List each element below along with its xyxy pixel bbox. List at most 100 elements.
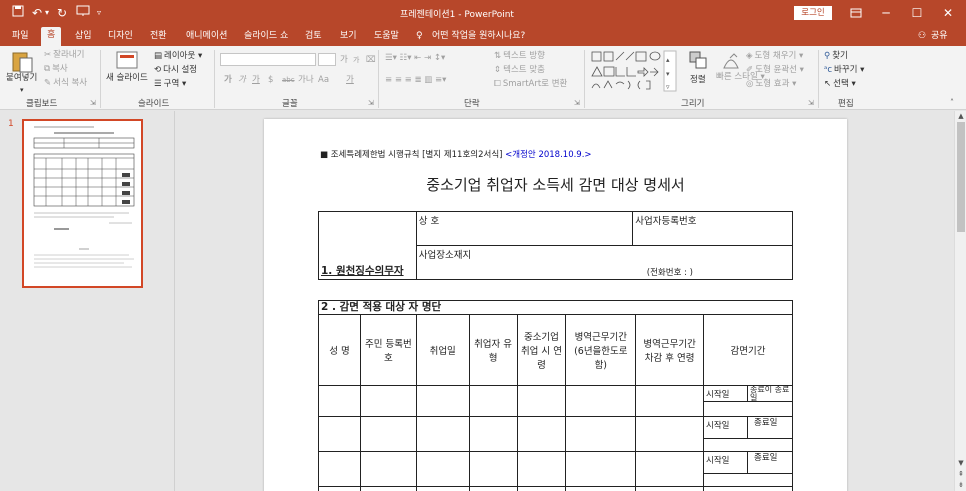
cell[interactable] xyxy=(415,486,470,491)
tell-me-box[interactable]: 어떤 작업을 원하시나요? xyxy=(432,29,525,43)
font-size-dropdown[interactable] xyxy=(318,53,336,66)
tab-transitions[interactable]: 전환 xyxy=(150,29,167,43)
format-painter-button[interactable]: ✎ 서식 복사 xyxy=(44,77,87,89)
find-button[interactable]: ⚲ 찾기 xyxy=(824,50,848,62)
trade-name-cell[interactable]: 상 호 xyxy=(415,211,634,246)
shadow-button[interactable]: $ xyxy=(268,74,273,86)
clear-format-icon[interactable]: ⌧ xyxy=(366,54,376,66)
cell[interactable] xyxy=(565,416,637,452)
cell[interactable] xyxy=(468,416,518,452)
arrange-icon[interactable] xyxy=(688,50,710,75)
align-text-button[interactable]: ⇕ 텍스트 맞춤 xyxy=(494,64,545,76)
biz-reg-no-cell[interactable]: 사업자등록번호 xyxy=(632,211,793,246)
paste-dropdown-icon[interactable]: ▾ xyxy=(20,84,24,96)
paste-button[interactable]: 붙여넣기 xyxy=(6,72,37,84)
slide-thumbnail-1[interactable] xyxy=(22,119,143,288)
tab-insert[interactable]: 삽입 xyxy=(75,29,92,43)
char-spacing-button[interactable]: 가나 xyxy=(298,74,314,86)
layout-button[interactable]: ▤ 레이아웃 ▾ xyxy=(154,50,202,62)
cell[interactable] xyxy=(318,451,361,487)
shape-effects-button[interactable]: ◎ 도형 효과 ▾ xyxy=(746,78,796,90)
font-shrink-button[interactable]: 가 xyxy=(353,54,359,66)
font-size-select[interactable] xyxy=(318,53,336,66)
cell[interactable] xyxy=(359,451,417,487)
shape-fill-button[interactable]: ◈ 도형 채우기 ▾ xyxy=(746,50,803,62)
smartart-button[interactable]: ⧠ SmartArt로 변환 xyxy=(494,78,567,90)
slide[interactable]: ■ 조세특례제한법 시행규칙 [별지 제11호의2서식] <개정안 2018.1… xyxy=(264,119,847,491)
cell[interactable] xyxy=(565,486,637,491)
cell[interactable] xyxy=(359,385,417,417)
shape-outline-button[interactable]: ✐ 도형 윤곽선 ▾ xyxy=(746,64,804,76)
login-button[interactable]: 로그인 xyxy=(794,6,832,20)
copy-button[interactable]: ⧉ 복사 xyxy=(44,63,68,75)
tab-help[interactable]: 도움말 xyxy=(374,29,399,43)
font-grow-button[interactable]: 가 xyxy=(340,54,348,66)
cell[interactable] xyxy=(635,416,705,452)
maximize-icon[interactable]: ☐ xyxy=(901,0,933,26)
tab-file[interactable]: 파일 xyxy=(12,29,29,43)
font-family-select[interactable] xyxy=(220,53,316,66)
cell[interactable] xyxy=(318,416,361,452)
bullets-icon[interactable]: ☰▾ ☷▾ ⇤ ⇥ ↕▾ xyxy=(385,52,445,64)
cell[interactable] xyxy=(415,385,470,417)
cell[interactable] xyxy=(516,451,567,487)
scroll-thumb[interactable] xyxy=(957,122,965,232)
cell[interactable] xyxy=(359,486,417,491)
previous-slide-icon[interactable]: ⇞ xyxy=(955,469,966,479)
section-button[interactable]: ☰ 구역 ▾ xyxy=(154,78,186,90)
undo-dropdown-icon[interactable]: ▾ xyxy=(45,5,49,21)
cell[interactable] xyxy=(516,416,567,452)
undo-icon[interactable]: ↶ xyxy=(32,5,42,21)
select-button[interactable]: ↖ 선택 ▾ xyxy=(824,78,856,90)
drawing-launcher-icon[interactable]: ⇲ xyxy=(808,97,814,109)
tab-slideshow[interactable]: 슬라이드 쇼 xyxy=(244,29,288,43)
cell[interactable] xyxy=(468,385,518,417)
cell[interactable] xyxy=(415,416,470,452)
scroll-down-icon[interactable]: ▼ xyxy=(955,458,966,468)
clipboard-launcher-icon[interactable]: ⇲ xyxy=(90,97,96,109)
start-slideshow-icon[interactable] xyxy=(76,5,90,21)
tab-review[interactable]: 검토 xyxy=(305,29,322,43)
scroll-up-icon[interactable]: ▲ xyxy=(955,111,966,121)
cell[interactable] xyxy=(565,451,637,487)
font-family-dropdown[interactable] xyxy=(220,53,316,66)
minimize-icon[interactable]: ─ xyxy=(870,0,902,26)
close-icon[interactable]: ✕ xyxy=(932,0,964,26)
font-launcher-icon[interactable]: ⇲ xyxy=(368,97,374,109)
share-icon[interactable]: ⚇ xyxy=(918,29,926,43)
vertical-scrollbar[interactable]: ▲ ▼ ⇞ ⇟ xyxy=(954,111,966,491)
collapse-ribbon-icon[interactable]: ˄ xyxy=(950,97,954,109)
address-cell[interactable]: 사업장소재지 xyxy=(415,245,633,280)
cell[interactable] xyxy=(468,451,518,487)
customize-icon[interactable]: ▿ xyxy=(97,5,101,21)
cell[interactable] xyxy=(415,451,470,487)
cell[interactable] xyxy=(516,385,567,417)
change-case-button[interactable]: Aa xyxy=(318,74,329,86)
cell[interactable] xyxy=(468,486,518,491)
tab-animations[interactable]: 애니메이션 xyxy=(186,29,227,43)
cell[interactable] xyxy=(635,385,705,417)
paragraph-launcher-icon[interactable]: ⇲ xyxy=(574,97,580,109)
phone-cell[interactable]: (전화번호 : ) xyxy=(632,245,793,280)
cell[interactable] xyxy=(318,385,361,417)
bold-button[interactable]: 가 xyxy=(224,74,232,86)
shapes-gallery[interactable]: ▴ ▾ ▿ xyxy=(590,50,678,95)
cell[interactable] xyxy=(318,486,361,491)
ribbon-display-icon[interactable] xyxy=(840,0,872,26)
align-icons[interactable]: ≡ ≡ ≡ ≣ ▥ ≡▾ xyxy=(385,74,446,86)
cell[interactable] xyxy=(635,486,705,491)
reset-button[interactable]: ⟲ 다시 설정 xyxy=(154,64,197,76)
cell[interactable] xyxy=(565,385,637,417)
italic-button[interactable]: 가 xyxy=(238,74,246,86)
cell[interactable] xyxy=(359,416,417,452)
share-button[interactable]: 공유 xyxy=(931,29,948,43)
cell[interactable] xyxy=(516,486,567,491)
text-direction-button[interactable]: ⇅ 텍스트 방향 xyxy=(494,50,545,62)
redo-icon[interactable]: ↻ xyxy=(57,5,67,21)
new-slide-icon[interactable] xyxy=(116,50,138,73)
cut-button[interactable]: ✂ 잘라내기 xyxy=(44,49,84,61)
underline-button[interactable]: 가 xyxy=(252,74,260,86)
arrange-button[interactable]: 정렬 xyxy=(690,74,706,86)
save-icon[interactable] xyxy=(12,5,24,21)
tab-home[interactable]: 홈 xyxy=(41,27,62,46)
